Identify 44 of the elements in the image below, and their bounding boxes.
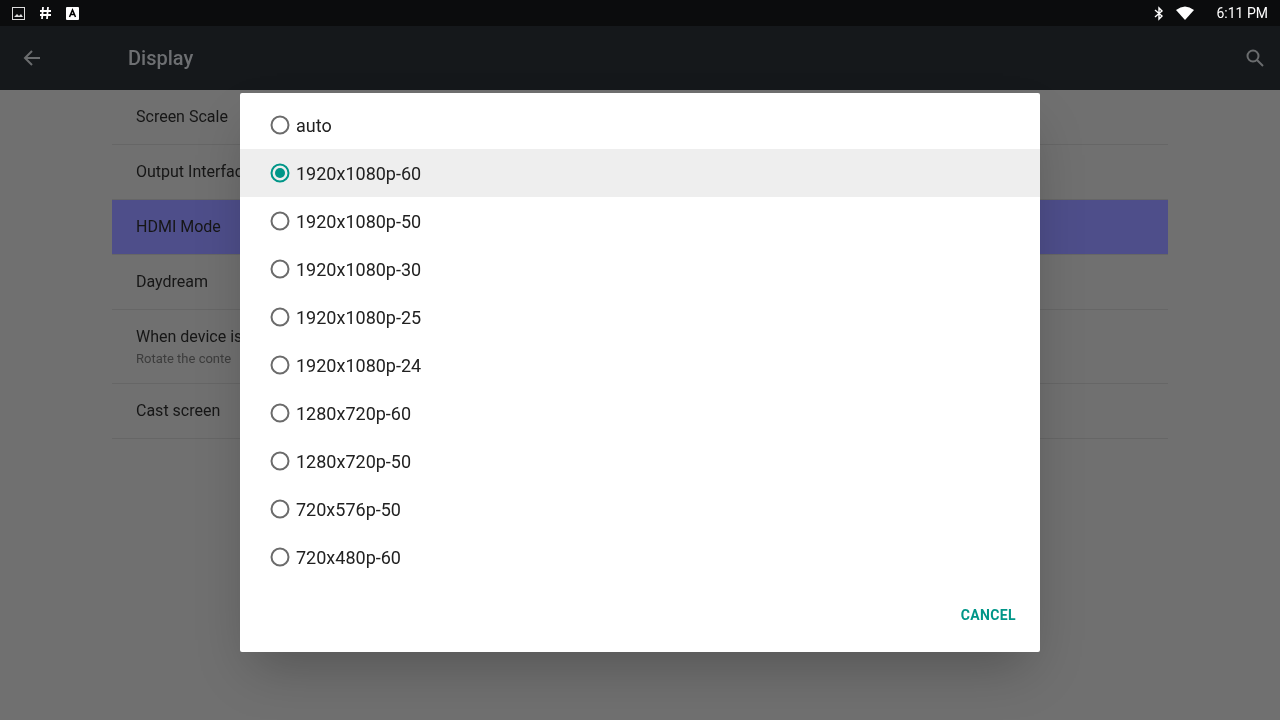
resolution-option[interactable]: 720x480p-60 <box>240 533 1040 581</box>
resolution-option[interactable]: 1280x720p-50 <box>240 437 1040 485</box>
radio-button[interactable] <box>270 307 290 327</box>
resolution-option[interactable]: 1920x1080p-25 <box>240 293 1040 341</box>
option-label: 1920x1080p-24 <box>296 353 422 378</box>
resolution-option[interactable]: auto <box>240 101 1040 149</box>
back-arrow-icon[interactable] <box>23 49 41 67</box>
option-label: 1920x1080p-25 <box>296 305 422 330</box>
screen-title: Display <box>128 45 194 72</box>
resolution-option[interactable]: 1920x1080p-30 <box>240 245 1040 293</box>
setting-title: Daydream <box>136 271 209 293</box>
search-icon[interactable] <box>1246 49 1264 67</box>
radio-button[interactable] <box>270 355 290 375</box>
hash-icon <box>39 6 52 20</box>
radio-button[interactable] <box>270 211 290 231</box>
radio-button[interactable] <box>270 163 290 183</box>
option-label: 1280x720p-60 <box>296 401 412 426</box>
option-label: 1920x1080p-60 <box>296 161 422 186</box>
wifi-icon <box>1176 6 1195 20</box>
option-label: 720x576p-50 <box>296 497 401 522</box>
clock: 6:11 PM <box>1216 3 1268 23</box>
resolution-option[interactable]: 720x576p-50 <box>240 485 1040 533</box>
radio-button[interactable] <box>270 115 290 135</box>
resolution-option[interactable]: 1920x1080p-60 <box>240 149 1040 197</box>
option-label: 1280x720p-50 <box>296 449 412 474</box>
radio-button[interactable] <box>270 403 290 423</box>
bluetooth-icon <box>1154 5 1165 21</box>
option-label: 1920x1080p-30 <box>296 257 422 282</box>
radio-button[interactable] <box>270 499 290 519</box>
resolution-option[interactable]: 1920x1080p-24 <box>240 341 1040 389</box>
option-label: 1920x1080p-50 <box>296 209 422 234</box>
keyboard-letter-icon <box>66 6 79 20</box>
option-label: 720x480p-60 <box>296 545 401 570</box>
image-icon <box>12 6 25 20</box>
radio-button[interactable] <box>270 259 290 279</box>
radio-button[interactable] <box>270 451 290 471</box>
setting-title: Cast screen <box>136 400 221 422</box>
setting-title: HDMI Mode <box>136 216 221 238</box>
radio-button[interactable] <box>270 547 290 567</box>
setting-title: Screen Scale <box>136 106 228 128</box>
resolution-option[interactable]: 1280x720p-60 <box>240 389 1040 437</box>
option-label: auto <box>296 113 332 138</box>
cancel-button[interactable]: CANCEL <box>952 597 1024 634</box>
resolution-option[interactable]: 1920x1080p-50 <box>240 197 1040 245</box>
